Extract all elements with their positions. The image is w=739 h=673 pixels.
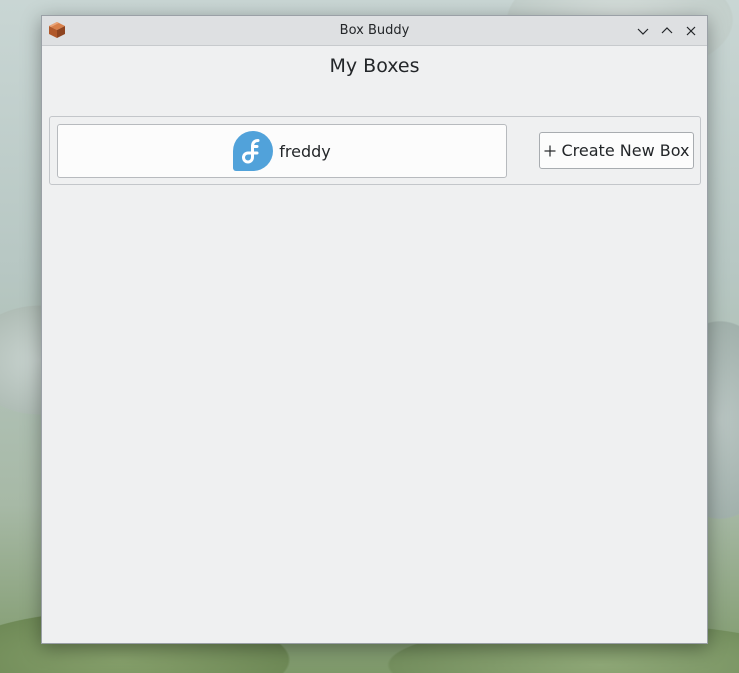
minimize-button[interactable] [633, 22, 653, 40]
create-new-box-button[interactable]: Create New Box [539, 132, 694, 169]
plus-icon [544, 145, 555, 156]
maximize-button[interactable] [657, 22, 677, 40]
chevron-down-icon [637, 28, 649, 35]
box-item-freddy[interactable]: freddy [57, 124, 507, 178]
fedora-icon [233, 131, 274, 171]
box-name: freddy [279, 141, 331, 161]
app-window: Box Buddy My Boxes freddy Create New Box [41, 15, 708, 644]
title-bar[interactable]: Box Buddy [42, 16, 707, 46]
page-title: My Boxes [329, 55, 420, 77]
chevron-up-icon [661, 27, 673, 34]
window-title: Box Buddy [339, 23, 410, 38]
close-button[interactable] [681, 22, 701, 40]
close-icon [686, 26, 696, 36]
window-controls [633, 22, 701, 40]
box-list: freddy Create New Box [49, 116, 701, 185]
create-new-box-label: Create New Box [561, 141, 690, 160]
